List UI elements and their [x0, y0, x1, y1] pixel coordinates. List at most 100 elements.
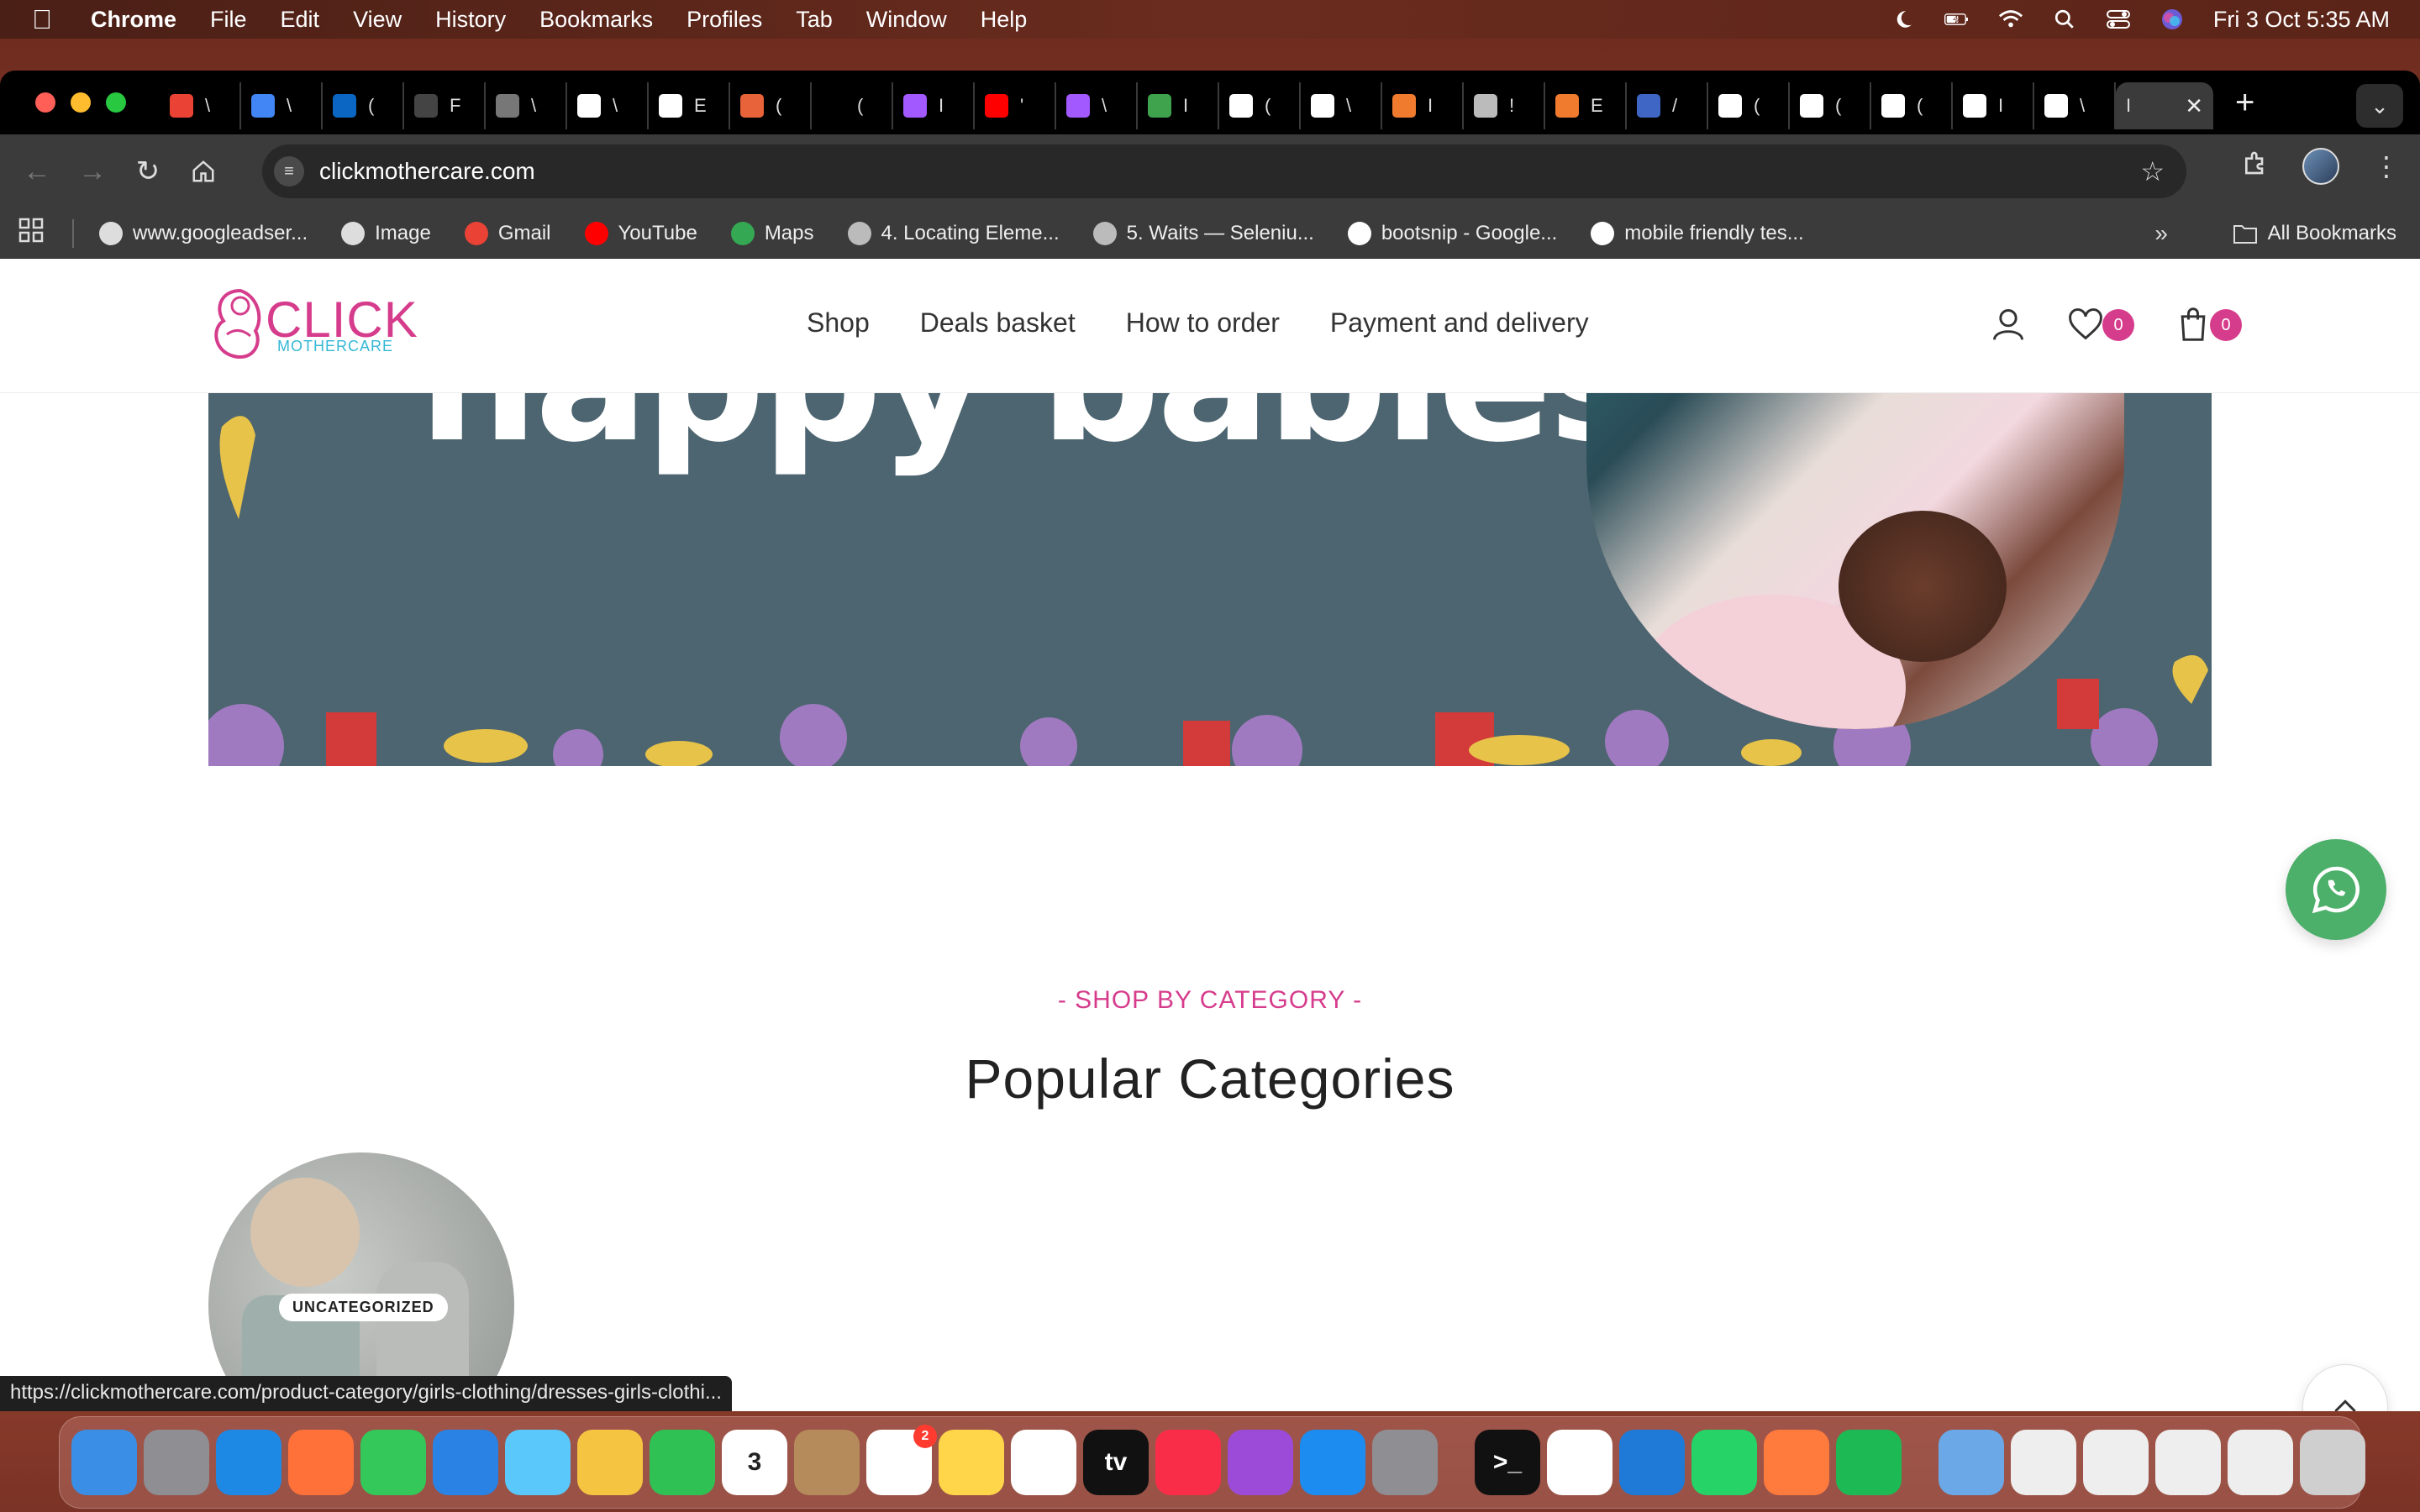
whatsapp-icon[interactable] [1691, 1430, 1757, 1495]
window-thumb-icon[interactable] [2155, 1430, 2221, 1495]
browser-tab[interactable]: \ [1056, 82, 1138, 129]
music-icon[interactable] [1155, 1430, 1221, 1495]
spotify-icon[interactable] [1836, 1430, 1902, 1495]
browser-tab[interactable]: I [893, 82, 975, 129]
siri-icon[interactable] [2160, 8, 2185, 30]
contacts-icon[interactable] [794, 1430, 860, 1495]
bookmark-item[interactable]: www.googleadser... [99, 221, 308, 245]
browser-tab[interactable]: ( [323, 82, 404, 129]
menu-view[interactable]: View [353, 7, 402, 33]
browser-tab[interactable]: ! [1464, 82, 1545, 129]
menu-tab[interactable]: Tab [796, 7, 833, 33]
browser-tab[interactable]: I ✕ [2116, 82, 2213, 129]
address-bar[interactable]: ≡ clickmothercare.com ☆ [262, 144, 2186, 198]
whatsapp-chat-button[interactable] [2286, 839, 2386, 940]
all-bookmarks-button[interactable]: All Bookmarks [2233, 222, 2396, 245]
messages-icon[interactable] [360, 1430, 426, 1495]
safari-icon[interactable] [216, 1430, 281, 1495]
browser-tab[interactable]: \ [486, 82, 567, 129]
browser-tab[interactable]: I [1382, 82, 1464, 129]
browser-tab[interactable]: E [649, 82, 730, 129]
photos-icon[interactable] [577, 1430, 643, 1495]
nav-shop[interactable]: Shop [807, 307, 870, 339]
launchpad-icon[interactable] [144, 1430, 209, 1495]
window-thumb-icon[interactable] [2228, 1430, 2293, 1495]
zoom-window-button[interactable] [106, 92, 126, 113]
browser-tab[interactable]: ( [1871, 82, 1953, 129]
browser-tab[interactable]: \ [1301, 82, 1382, 129]
trash-icon[interactable] [2300, 1430, 2365, 1495]
browser-tab[interactable]: ( [812, 82, 893, 129]
appstore-icon[interactable] [1300, 1430, 1365, 1495]
cart-button[interactable]: 0 [2171, 302, 2242, 346]
chrome-icon[interactable] [1547, 1430, 1612, 1495]
calendar-icon[interactable]: 3 [722, 1430, 787, 1495]
menubar-clock[interactable]: Fri 3 Oct 5:35 AM [2213, 7, 2390, 33]
bookmark-item[interactable]: Maps [730, 221, 814, 245]
maps-icon[interactable] [505, 1430, 571, 1495]
firefox-icon[interactable] [288, 1430, 354, 1495]
vscode-icon[interactable] [1619, 1430, 1685, 1495]
site-info-icon[interactable]: ≡ [274, 156, 304, 186]
menu-app-name[interactable]: Chrome [91, 7, 176, 33]
chrome-menu-icon[interactable]: ⋮ [2373, 150, 2400, 182]
freeform-icon[interactable] [1011, 1430, 1076, 1495]
menu-file[interactable]: File [210, 7, 247, 33]
wifi-icon[interactable] [1998, 8, 2023, 30]
bookmark-item[interactable]: YouTube [584, 221, 697, 245]
battery-icon[interactable] [1944, 8, 1970, 30]
bookmark-item[interactable]: Gmail [464, 221, 551, 245]
apple-menu-icon[interactable]:  [32, 4, 57, 35]
menu-profiles[interactable]: Profiles [687, 7, 762, 33]
wishlist-button[interactable]: 0 [2064, 302, 2134, 346]
close-window-button[interactable] [35, 92, 55, 113]
bookmark-item[interactable]: 5. Waits — Seleniu... [1092, 221, 1314, 245]
menu-window[interactable]: Window [866, 7, 947, 33]
category-card-uncategorized[interactable]: UNCATEGORIZED [208, 1152, 514, 1411]
bookmark-star-icon[interactable]: ☆ [2140, 155, 2165, 187]
podcasts-icon[interactable] [1228, 1430, 1293, 1495]
terminal-icon[interactable]: >_ [1475, 1430, 1540, 1495]
notes-icon[interactable] [939, 1430, 1004, 1495]
nav-how-to-order[interactable]: How to order [1126, 307, 1280, 339]
apps-grid-icon[interactable] [18, 218, 44, 249]
bookmark-item[interactable]: Image [341, 221, 431, 245]
window-thumb-icon[interactable] [2083, 1430, 2149, 1495]
profile-avatar[interactable] [2302, 148, 2339, 185]
browser-tab[interactable]: I [1138, 82, 1219, 129]
window-thumb-icon[interactable] [2011, 1430, 2076, 1495]
mail-icon[interactable] [433, 1430, 498, 1495]
reminders-icon[interactable]: 2 [866, 1425, 937, 1495]
settings-icon[interactable] [1372, 1430, 1438, 1495]
finder-icon[interactable] [71, 1430, 137, 1495]
facetime-icon[interactable] [650, 1430, 715, 1495]
folder-icon[interactable] [1939, 1430, 2004, 1495]
menu-edit[interactable]: Edit [281, 7, 320, 33]
appletv-icon[interactable]: tv [1083, 1430, 1149, 1495]
scroll-to-top-button[interactable] [2302, 1364, 2388, 1411]
focus-moon-icon[interactable] [1891, 8, 1916, 30]
browser-tab[interactable]: \ [567, 82, 649, 129]
browser-tab[interactable]: / [1627, 82, 1708, 129]
browser-tab[interactable]: \ [2034, 82, 2116, 129]
control-center-icon[interactable] [2106, 8, 2131, 30]
more-bookmarks-icon[interactable]: » [2154, 220, 2168, 247]
reload-button[interactable]: ↻ [129, 153, 166, 190]
spotlight-search-icon[interactable] [2052, 8, 2077, 30]
close-tab-icon[interactable]: ✕ [2185, 93, 2203, 119]
tab-search-button[interactable]: ⌄ [2356, 84, 2403, 128]
browser-tab[interactable]: \ [241, 82, 323, 129]
browser-tab[interactable]: ( [1708, 82, 1790, 129]
browser-tab[interactable]: F [404, 82, 486, 129]
menu-history[interactable]: History [435, 7, 506, 33]
browser-tab[interactable]: I [1953, 82, 2034, 129]
hero-banner[interactable]: happy babies [208, 393, 2212, 766]
bookmark-item[interactable]: 4. Locating Eleme... [847, 221, 1060, 245]
browser-tab[interactable]: ' [975, 82, 1056, 129]
pen-icon[interactable] [1764, 1430, 1829, 1495]
bookmark-item[interactable]: bootsnip - Google... [1347, 221, 1557, 245]
browser-tab[interactable]: ( [730, 82, 812, 129]
bookmark-item[interactable]: mobile friendly tes... [1591, 221, 1804, 245]
url-text[interactable]: clickmothercare.com [319, 158, 535, 185]
menu-bookmarks[interactable]: Bookmarks [539, 7, 653, 33]
